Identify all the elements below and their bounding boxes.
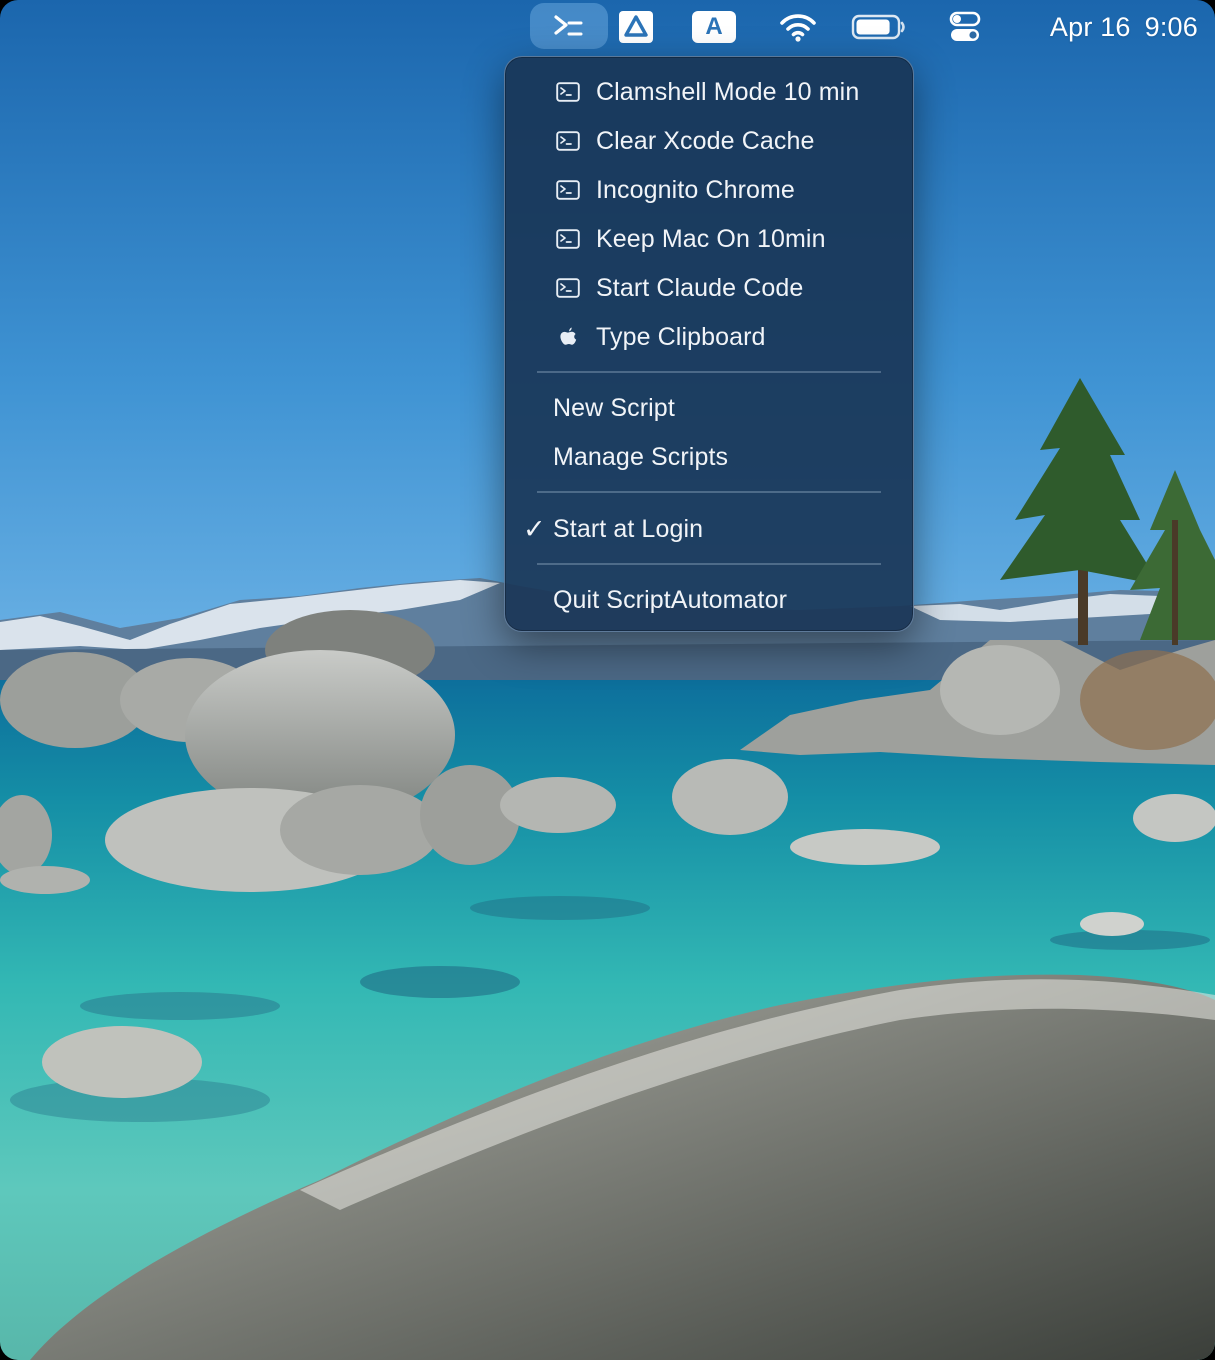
menu-separator — [537, 371, 881, 373]
keyboard-a-icon: A — [692, 11, 736, 43]
menu-item-quit[interactable]: Quit ScriptAutomator — [505, 579, 913, 621]
battery-icon — [851, 14, 905, 40]
terminal-script-icon — [555, 177, 581, 203]
checkmark-icon: ✓ — [523, 513, 546, 544]
terminal-script-icon — [555, 226, 581, 252]
clock-time: 9:06 — [1144, 11, 1198, 42]
script-automator-status-item[interactable] — [530, 3, 608, 49]
drive-triangle-icon — [619, 11, 653, 43]
control-center-status-item[interactable] — [940, 0, 990, 54]
menu-item-label: Start at Login — [553, 514, 704, 543]
menu-item-label: Clear Xcode Cache — [596, 126, 815, 155]
battery-status-item[interactable] — [846, 0, 912, 54]
clock-date: Apr 16 — [1049, 11, 1131, 42]
menu-item-label: Type Clipboard — [596, 322, 766, 351]
script-automator-menu: Clamshell Mode 10 min Clear Xcode Cache … — [504, 56, 914, 632]
drive-status-item[interactable] — [612, 0, 660, 54]
menu-item-manage-scripts[interactable]: Manage Scripts — [505, 436, 913, 478]
terminal-prompt-icon — [554, 15, 583, 36]
menu-item-type-clipboard[interactable]: Type Clipboard — [505, 316, 913, 358]
terminal-script-icon — [555, 79, 581, 105]
menu-bar-clock[interactable]: Apr 16 9:06 — [1008, 0, 1198, 54]
menu-bar: A Apr 16 9:06 — [0, 0, 1215, 54]
terminal-script-icon — [555, 128, 581, 154]
menu-item-label: Keep Mac On 10min — [596, 224, 826, 253]
wifi-icon — [780, 14, 816, 42]
terminal-script-icon — [555, 275, 581, 301]
menu-item-start-at-login[interactable]: ✓ Start at Login — [505, 508, 913, 550]
menu-item-clamshell-mode[interactable]: Clamshell Mode 10 min — [505, 71, 913, 113]
menu-item-start-claude-code[interactable]: Start Claude Code — [505, 267, 913, 309]
menu-separator — [537, 563, 881, 565]
menu-item-label: Incognito Chrome — [596, 175, 795, 204]
keyboard-input-status-item[interactable]: A — [688, 0, 740, 54]
apple-script-icon — [555, 324, 581, 350]
menu-item-clear-xcode-cache[interactable]: Clear Xcode Cache — [505, 120, 913, 162]
menu-item-label: Start Claude Code — [596, 273, 804, 302]
menu-separator — [537, 491, 881, 493]
menu-item-label: Clamshell Mode 10 min — [596, 77, 860, 106]
menu-item-label: New Script — [553, 393, 675, 422]
menu-item-label: Manage Scripts — [553, 442, 729, 471]
wifi-status-item[interactable] — [772, 0, 824, 54]
menu-item-incognito-chrome[interactable]: Incognito Chrome — [505, 169, 913, 211]
menu-item-new-script[interactable]: New Script — [505, 387, 913, 429]
menu-item-label: Quit ScriptAutomator — [553, 585, 788, 614]
control-center-icon — [949, 11, 981, 41]
desktop: A Apr 16 9:06 Clamshell Mode 10 min Clea… — [0, 0, 1215, 1360]
menu-item-keep-mac-on[interactable]: Keep Mac On 10min — [505, 218, 913, 260]
